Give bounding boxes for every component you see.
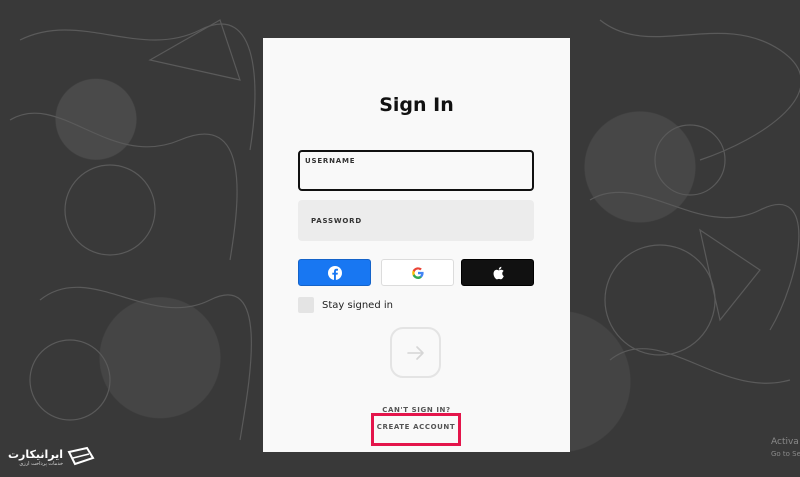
os-activation-notice: Activa Go to Se bbox=[771, 436, 800, 460]
password-input[interactable] bbox=[304, 219, 528, 237]
watermark-title: ایرانیکارت bbox=[8, 447, 64, 461]
arrow-right-icon bbox=[406, 345, 424, 360]
create-account-highlight: CREATE ACCOUNT bbox=[371, 413, 461, 446]
page-title: Sign In bbox=[379, 94, 454, 116]
apple-login-button[interactable] bbox=[461, 259, 534, 286]
facebook-icon bbox=[327, 265, 342, 280]
google-login-button[interactable] bbox=[381, 259, 454, 286]
username-field[interactable]: USERNAME bbox=[298, 150, 534, 191]
sign-in-submit-button[interactable] bbox=[390, 327, 441, 378]
facebook-login-button[interactable] bbox=[298, 259, 371, 286]
activation-line-1: Activa bbox=[771, 437, 799, 447]
apple-icon bbox=[493, 266, 504, 279]
activation-line-2: Go to Se bbox=[771, 450, 800, 458]
sign-in-panel: Sign In USERNAME PASSWORD Stay signed in bbox=[263, 38, 570, 452]
watermark-logo: ایرانیکارت خدمات پرداخت ارزی bbox=[8, 446, 95, 468]
watermark-icon bbox=[67, 446, 95, 466]
watermark-subtitle: خدمات پرداخت ارزی bbox=[19, 460, 64, 467]
stay-signed-in-row[interactable]: Stay signed in bbox=[298, 297, 393, 313]
username-input[interactable] bbox=[306, 167, 526, 185]
username-label: USERNAME bbox=[305, 157, 356, 165]
stay-signed-in-label: Stay signed in bbox=[322, 299, 393, 311]
google-icon bbox=[411, 266, 424, 279]
create-account-link[interactable]: CREATE ACCOUNT bbox=[374, 423, 458, 431]
stay-signed-in-checkbox[interactable] bbox=[298, 297, 314, 313]
password-field[interactable]: PASSWORD bbox=[298, 200, 534, 241]
